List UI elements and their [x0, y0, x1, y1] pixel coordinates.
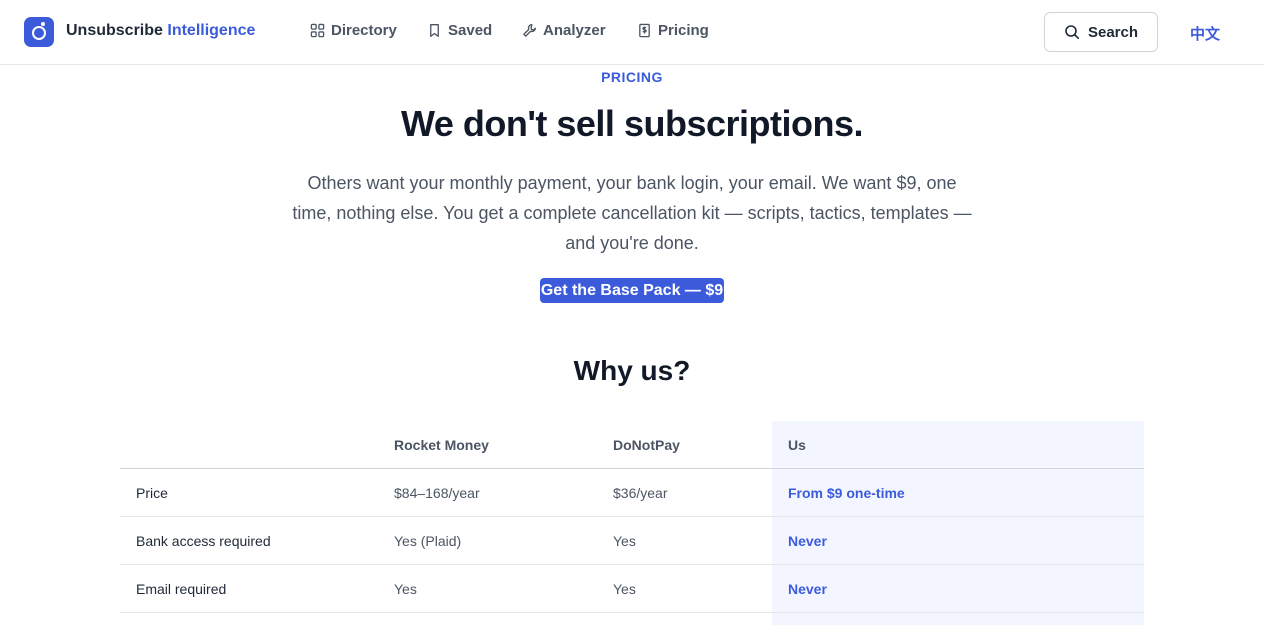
us-bank-access: Never — [788, 532, 827, 549]
nav-analyzer[interactable]: Analyzer — [522, 22, 606, 39]
donotpay-price: $36/year — [613, 484, 668, 501]
wrench-icon — [523, 24, 536, 37]
column-header-rocket-money: Rocket Money — [394, 436, 489, 453]
donotpay-bank-access: Yes — [613, 532, 636, 549]
logo-dot — [41, 22, 45, 26]
brand-name-accent: Intelligence — [167, 22, 256, 39]
logo-ring — [32, 26, 46, 40]
us-price: From $9 one-time — [788, 484, 905, 501]
nav-pricing-label: Pricing — [658, 22, 709, 39]
us-email: Never — [788, 580, 827, 597]
grid-icon — [310, 23, 325, 38]
brand-name-primary: Unsubscribe — [66, 22, 163, 39]
rocket-money-price: $84–168/year — [394, 484, 480, 501]
nav-saved[interactable]: Saved — [427, 22, 492, 39]
page-title: We don't sell subscriptions. — [401, 103, 863, 144]
table-row: Email required Yes Yes Never — [120, 565, 1144, 613]
language-switch[interactable]: 中文 — [1190, 23, 1220, 44]
comparison-table: Rocket Money DoNotPay Us Price $84–168/y… — [120, 421, 1144, 613]
brand-logo-icon[interactable] — [24, 17, 54, 47]
nav-saved-label: Saved — [448, 22, 493, 39]
column-header-us: Us — [788, 436, 806, 453]
nav-analyzer-label: Analyzer — [543, 22, 606, 39]
hero-description: Others want your monthly payment, your b… — [292, 173, 972, 253]
column-header-donotpay: DoNotPay — [613, 436, 680, 453]
nav-directory-label: Directory — [331, 22, 397, 39]
row-label-bank-access: Bank access required — [136, 532, 271, 549]
row-label-price: Price — [136, 484, 168, 501]
rocket-money-bank-access: Yes (Plaid) — [394, 532, 462, 549]
top-header: Unsubscribe Intelligence Directory Saved… — [0, 0, 1264, 65]
row-label-email: Email required — [136, 580, 227, 597]
comparison-title: Why us? — [573, 355, 691, 386]
rocket-money-email: Yes — [394, 580, 417, 597]
nav-directory[interactable]: Directory — [310, 22, 397, 39]
bookmark-icon — [430, 24, 439, 37]
section-eyebrow: PRICING — [601, 69, 663, 85]
table-header-row: Rocket Money DoNotPay Us — [120, 421, 1144, 469]
search-icon — [1065, 25, 1079, 39]
donotpay-email: Yes — [613, 580, 636, 597]
brand-name[interactable]: Unsubscribe Intelligence — [66, 22, 255, 40]
search-button-label: Search — [1087, 23, 1139, 41]
table-row: Price $84–168/year $36/year From $9 one-… — [120, 469, 1144, 517]
receipt-dollar-icon — [639, 23, 650, 38]
nav-pricing[interactable]: Pricing — [637, 22, 709, 39]
search-button[interactable]: Search — [1044, 12, 1158, 52]
get-base-pack-button[interactable]: Get the Base Pack — $9 — [540, 278, 724, 303]
table-row: Bank access required Yes (Plaid) Yes Nev… — [120, 517, 1144, 565]
